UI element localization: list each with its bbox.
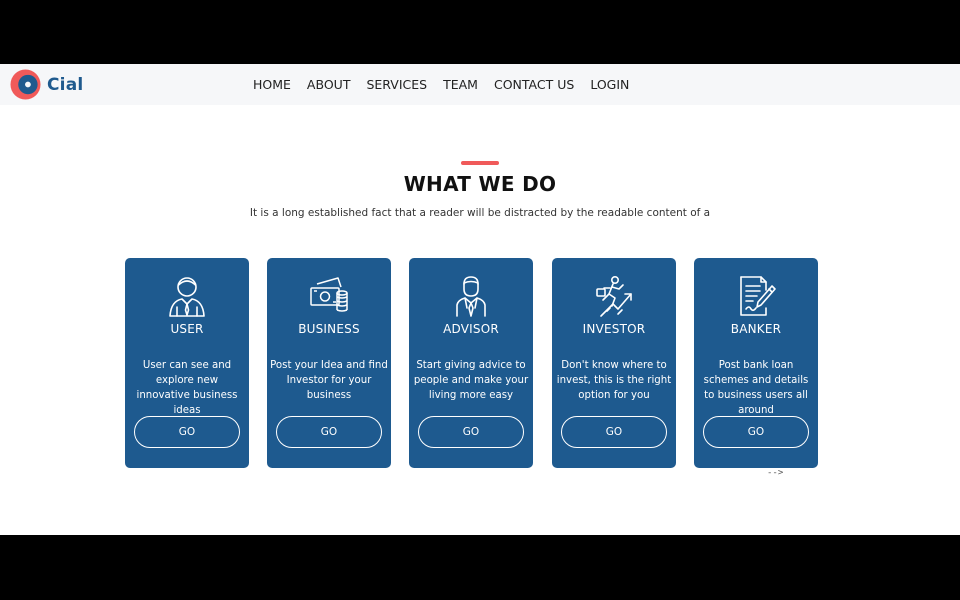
card-title: USER	[170, 322, 204, 336]
nav-home[interactable]: HOME	[253, 77, 291, 92]
main-nav: HOME ABOUT SERVICES TEAM CONTACT US LOGI…	[253, 64, 645, 105]
nav-contact-us[interactable]: CONTACT US	[494, 77, 574, 92]
card-description: Post bank loan schemes and details to bu…	[703, 360, 809, 416]
card-description: Post your Idea and find Investor for you…	[270, 360, 388, 401]
nav-team[interactable]: TEAM	[443, 77, 478, 92]
section-subtitle: It is a long established fact that a rea…	[249, 207, 711, 219]
advisor-icon	[456, 276, 486, 317]
card-user: USER User can see and explore new innova…	[125, 258, 249, 468]
title-accent-bar	[461, 161, 499, 165]
investor-go-button[interactable]: GO	[561, 416, 667, 448]
logo[interactable]: Cial	[10, 69, 83, 100]
user-go-button[interactable]: GO	[134, 416, 240, 448]
nav-about[interactable]: ABOUT	[307, 77, 351, 92]
card-title: INVESTOR	[582, 322, 646, 336]
money-icon	[310, 277, 348, 312]
card-banker: BANKER Post bank loan schemes and detail…	[694, 258, 818, 468]
advisor-go-button[interactable]: GO	[418, 416, 524, 448]
card-investor: INVESTOR Don't know where to invest, thi…	[552, 258, 676, 468]
card-description: Don't know where to invest, this is the …	[556, 360, 672, 401]
card-title: ADVISOR	[443, 322, 499, 336]
user-icon	[169, 277, 205, 317]
nav-services[interactable]: SERVICES	[366, 77, 427, 92]
document-pen-icon	[740, 276, 776, 316]
page-viewport: Cial HOME ABOUT SERVICES TEAM CONTACT US…	[0, 64, 960, 535]
logo-icon	[10, 69, 41, 100]
card-description: Start giving advice to people and make y…	[413, 360, 529, 401]
nav-login[interactable]: LOGIN	[590, 77, 629, 92]
card-business: BUSINESS Post your Idea and find Investo…	[267, 258, 391, 468]
card-title: BANKER	[730, 322, 782, 336]
investor-growth-icon	[596, 275, 632, 317]
section-title: WHAT WE DO	[403, 172, 557, 196]
card-description: User can see and explore new innovative …	[136, 360, 238, 416]
scroll-arrow-hint[interactable]: -->	[767, 468, 783, 478]
business-go-button[interactable]: GO	[276, 416, 382, 448]
card-advisor: ADVISOR Start giving advice to people an…	[409, 258, 533, 468]
card-title: BUSINESS	[298, 322, 360, 336]
brand-name: Cial	[47, 74, 84, 95]
banker-go-button[interactable]: GO	[703, 416, 809, 448]
navbar: Cial HOME ABOUT SERVICES TEAM CONTACT US…	[0, 64, 960, 105]
